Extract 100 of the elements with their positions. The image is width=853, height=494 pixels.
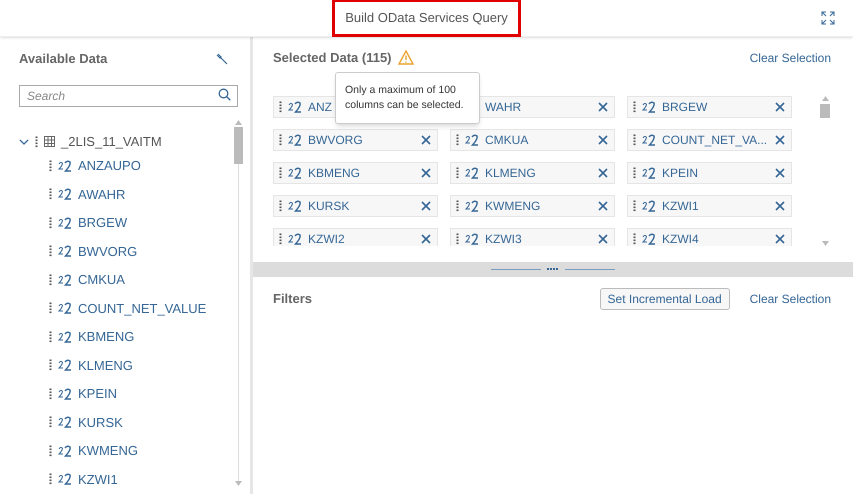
drag-handle-icon[interactable] bbox=[633, 166, 636, 178]
close-icon[interactable] bbox=[421, 200, 431, 210]
search-field[interactable]: Search bbox=[19, 84, 238, 106]
drag-handle-icon[interactable] bbox=[49, 274, 52, 286]
tree-item[interactable]: KURSK bbox=[78, 412, 123, 432]
drag-handle-icon[interactable] bbox=[456, 134, 459, 146]
drag-handle-icon[interactable] bbox=[49, 188, 52, 200]
drag-handle-icon[interactable] bbox=[49, 245, 52, 258]
close-icon[interactable] bbox=[775, 234, 785, 244]
drag-handle-icon[interactable] bbox=[279, 100, 282, 112]
close-icon[interactable] bbox=[421, 134, 431, 144]
drag-handle-icon[interactable] bbox=[456, 166, 459, 178]
tree-item[interactable]: AWAHR bbox=[78, 184, 126, 204]
close-icon[interactable] bbox=[598, 168, 608, 178]
close-icon[interactable] bbox=[598, 134, 608, 144]
tree-item[interactable]: _2LIS_11_VAITM bbox=[61, 132, 162, 152]
grip-icon[interactable] bbox=[547, 268, 559, 271]
close-icon[interactable] bbox=[421, 168, 431, 178]
tree-item[interactable]: COUNT_NET_VALUE bbox=[78, 298, 206, 318]
close-icon[interactable] bbox=[775, 102, 785, 112]
field-token[interactable]: CMKUA bbox=[450, 128, 615, 150]
tree-item[interactable]: KPEIN bbox=[78, 384, 118, 404]
drag-handle-icon[interactable] bbox=[456, 200, 459, 212]
drag-handle-icon[interactable] bbox=[49, 444, 52, 457]
drag-handle-icon[interactable] bbox=[633, 232, 636, 244]
token-label: KZWI2 bbox=[308, 230, 345, 246]
tree-item[interactable]: KZWI1 bbox=[78, 470, 118, 489]
close-icon[interactable] bbox=[775, 134, 785, 144]
scrollbar-thumb[interactable] bbox=[820, 104, 830, 118]
tree-item[interactable]: BWVORG bbox=[78, 242, 138, 261]
field-token[interactable]: KZWI4 bbox=[627, 228, 792, 246]
token-label: KBMENG bbox=[308, 164, 360, 182]
field-token[interactable]: KZWI2 bbox=[273, 228, 438, 246]
measure-icon bbox=[642, 134, 656, 146]
measure-icon bbox=[58, 359, 72, 372]
field-token[interactable]: KURSK bbox=[273, 194, 438, 216]
drag-handle-icon[interactable] bbox=[49, 416, 52, 428]
drag-handle-icon[interactable] bbox=[49, 216, 52, 229]
tree-item[interactable]: KWMENG bbox=[78, 441, 138, 460]
tree-item[interactable]: ANZAUPO bbox=[78, 156, 141, 176]
measure-icon bbox=[642, 232, 656, 244]
measure-icon bbox=[288, 100, 302, 112]
field-token[interactable]: KLMENG bbox=[450, 162, 615, 184]
measure-icon bbox=[642, 100, 656, 112]
drag-handle-icon[interactable] bbox=[49, 302, 52, 314]
measure-icon bbox=[288, 232, 302, 244]
drag-handle-icon[interactable] bbox=[279, 200, 282, 212]
field-token[interactable]: KWMENG bbox=[450, 194, 615, 216]
field-token[interactable]: KBMENG bbox=[273, 162, 438, 184]
measure-icon bbox=[58, 388, 72, 400]
search-icon[interactable] bbox=[218, 88, 231, 100]
drag-handle-icon[interactable] bbox=[633, 134, 636, 146]
field-token[interactable]: BWVORG bbox=[273, 128, 438, 150]
clear-selection-link[interactable]: Clear Selection bbox=[750, 48, 831, 67]
field-token[interactable]: COUNT_NET_VA... bbox=[627, 128, 792, 150]
chevron-icon[interactable] bbox=[19, 136, 29, 146]
drag-handle-icon[interactable] bbox=[633, 200, 636, 212]
incremental-load-button[interactable]: Set Incremental Load bbox=[600, 288, 730, 310]
measure-icon bbox=[58, 330, 72, 343]
drag-handle-icon[interactable] bbox=[49, 359, 52, 372]
close-icon[interactable] bbox=[598, 200, 608, 210]
drag-handle-icon[interactable] bbox=[49, 330, 52, 343]
tree-item[interactable]: KBMENG bbox=[78, 327, 134, 346]
drag-handle-icon[interactable] bbox=[279, 134, 282, 146]
scrollbar-thumb[interactable] bbox=[234, 126, 243, 164]
drag-handle-icon[interactable] bbox=[49, 160, 52, 172]
token-label: KPEIN bbox=[662, 164, 698, 182]
tree-item[interactable]: CMKUA bbox=[78, 270, 125, 290]
measure-icon bbox=[642, 166, 656, 178]
field-token[interactable]: BRGEW bbox=[627, 96, 792, 118]
tree-item[interactable]: KLMENG bbox=[78, 356, 133, 375]
drag-handle-icon[interactable] bbox=[49, 473, 52, 486]
field-token[interactable]: KPEIN bbox=[627, 162, 792, 184]
close-icon[interactable] bbox=[598, 234, 608, 244]
close-icon[interactable] bbox=[775, 200, 785, 210]
measure-icon bbox=[288, 166, 302, 178]
clear-selection-link[interactable]: Clear Selection bbox=[750, 290, 831, 308]
field-token[interactable]: KZWI1 bbox=[627, 194, 792, 216]
token-label: COUNT_NET_VA... bbox=[662, 132, 768, 148]
token-label: KZWI4 bbox=[662, 230, 699, 246]
measure-icon bbox=[465, 166, 479, 178]
drag-handle-icon[interactable] bbox=[279, 232, 282, 244]
measure-icon bbox=[58, 473, 72, 486]
drag-handle-icon[interactable] bbox=[49, 388, 52, 400]
expand-icon[interactable] bbox=[821, 11, 835, 25]
drag-handle-icon[interactable] bbox=[35, 136, 38, 148]
measure-icon bbox=[58, 302, 72, 314]
close-icon[interactable] bbox=[421, 234, 431, 244]
close-icon[interactable] bbox=[775, 168, 785, 178]
field-token[interactable]: KZWI3 bbox=[450, 228, 615, 246]
window-title: Build OData Services Query bbox=[332, 0, 521, 37]
close-icon[interactable] bbox=[598, 102, 608, 112]
wrench-icon[interactable] bbox=[216, 52, 228, 65]
tree-item[interactable]: BRGEW bbox=[78, 213, 128, 232]
panel-title: Available Data bbox=[19, 50, 108, 68]
drag-handle-icon[interactable] bbox=[633, 100, 636, 112]
table-icon bbox=[44, 136, 55, 147]
drag-handle-icon[interactable] bbox=[456, 232, 459, 244]
drag-handle-icon[interactable] bbox=[279, 166, 282, 178]
token-label: KURSK bbox=[308, 198, 350, 214]
